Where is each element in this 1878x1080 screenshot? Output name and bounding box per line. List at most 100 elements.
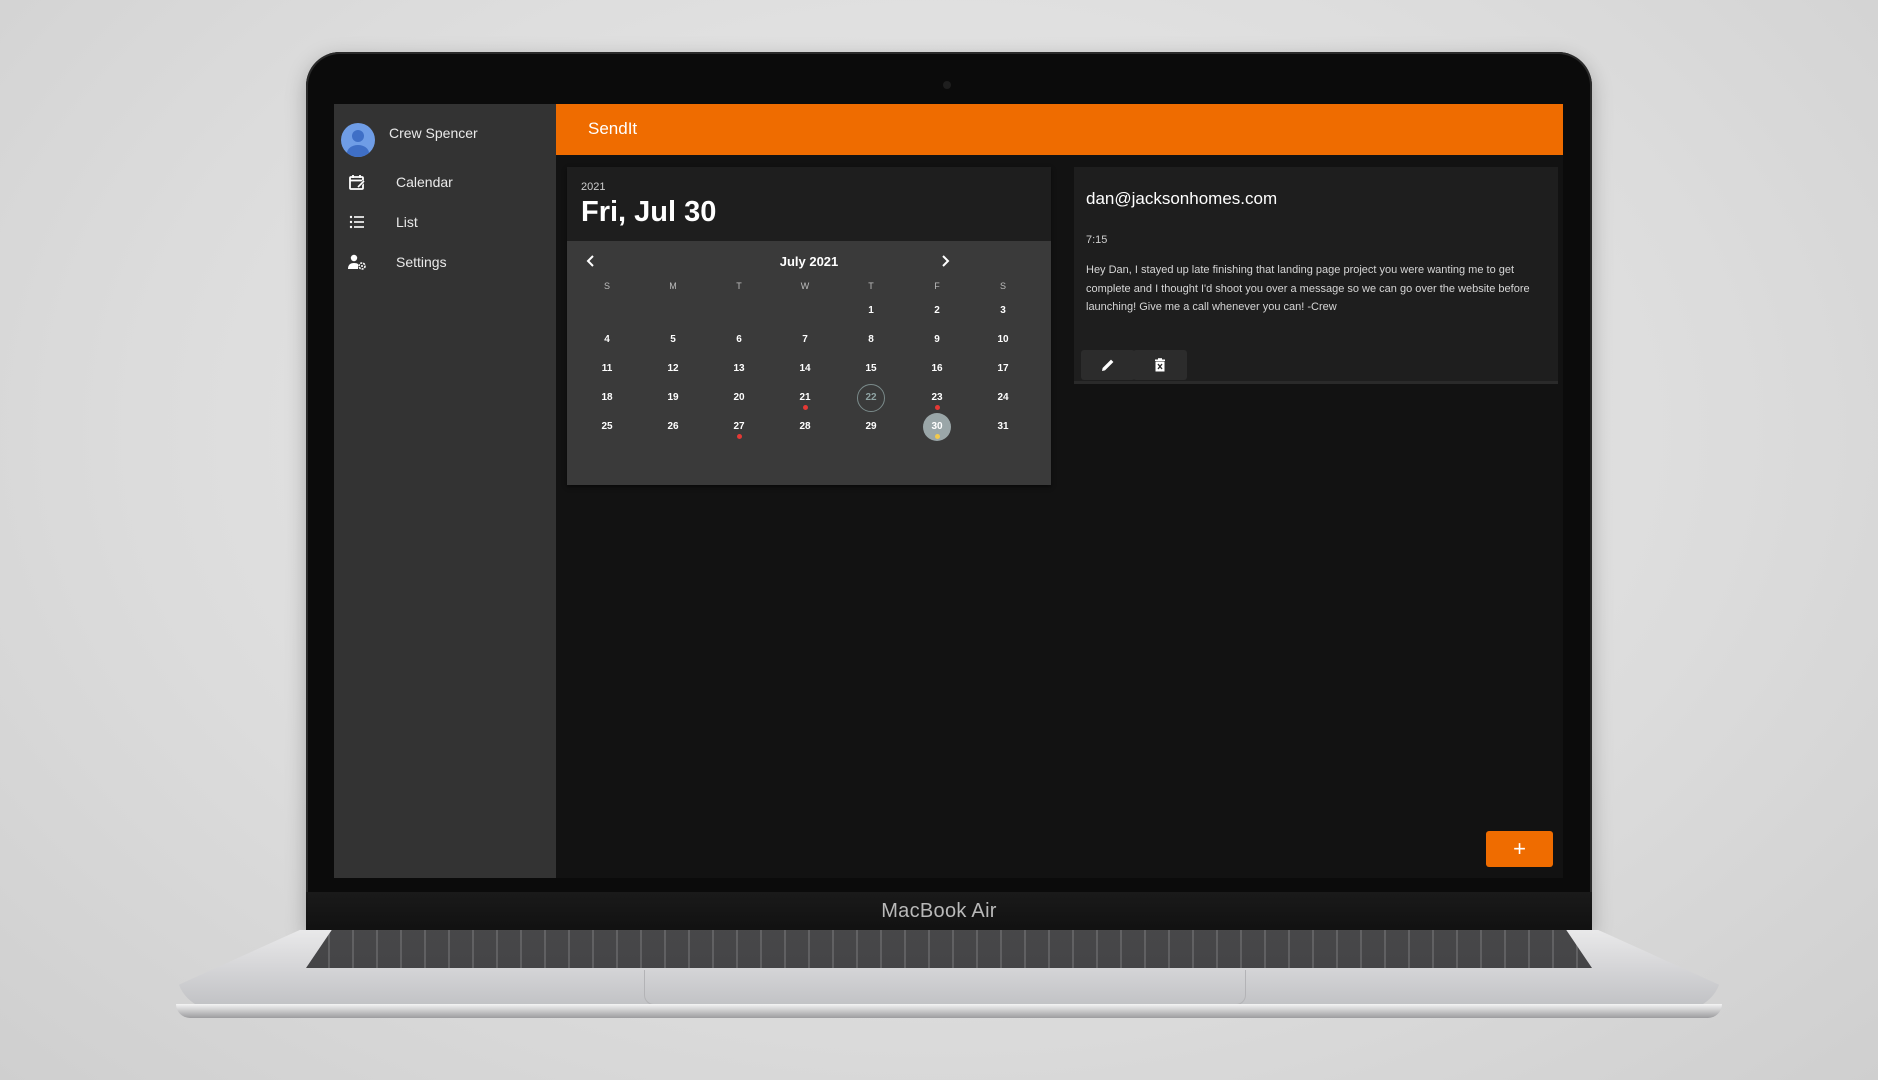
calendar-week-row: 11 12 13 14 15 16 17 [574,354,1036,383]
calendar-day-number: 7 [802,333,808,345]
delete-icon [1155,358,1165,372]
calendar-edit-icon [346,171,368,193]
date-picker-card: 2021 Fri, Jul 30 July 2021 SMTWTFS 12345… [567,167,1051,485]
calendar-week-row: 4 5 6 7 8 9 10 [574,325,1036,354]
calendar-day[interactable]: 9 [904,325,970,354]
calendar-empty-cell [574,296,640,325]
event-indicator-dot [736,434,742,439]
weekday-label: M [669,281,677,291]
calendar-weeks: 1 2 3 4 5 6 7 8 9 10 11 12 13 14 15 16 17 18 19 20 21 22 23 24 2… [574,296,1036,441]
weekday-label: S [999,281,1006,291]
list-icon [346,211,368,233]
calendar-day[interactable]: 1 [838,296,904,325]
calendar-day-number: 14 [799,362,811,374]
calendar-day-number: 9 [934,333,940,345]
calendar-day[interactable]: 17 [970,354,1036,383]
calendar-day-number: 20 [733,391,745,403]
calendar-day[interactable]: 12 [640,354,706,383]
sidebar-item-list[interactable]: List [334,202,556,242]
avatar-icon [341,123,375,157]
calendar-day-number: 1 [868,304,874,316]
weekday-header-row: SMTWTFS [574,276,1036,296]
app-screen: Crew Spencer Calendar List Settings Send… [334,104,1563,878]
calendar-day-number: 8 [868,333,874,345]
message-recipient-email: dan@jacksonhomes.com [1086,189,1278,208]
calendar-day[interactable]: 26 [640,412,706,441]
camera [943,81,951,89]
calendar-day-number: 22 [857,383,885,412]
calendar-day[interactable]: 13 [706,354,772,383]
calendar-day-number: 28 [799,420,811,432]
message-card: dan@jacksonhomes.com 7:15 Hey Dan, I sta… [1074,167,1558,381]
calendar-day[interactable]: 18 [574,383,640,412]
calendar-day[interactable]: 27 [706,412,772,441]
calendar-day[interactable]: 28 [772,412,838,441]
sidebar-item-calendar[interactable]: Calendar [334,162,556,202]
calendar-day[interactable]: 3 [970,296,1036,325]
calendar-day-number: 24 [997,391,1009,403]
calendar-day[interactable]: 20 [706,383,772,412]
calendar-day[interactable]: 21 [772,383,838,412]
device-brand-label: MacBook Air [881,900,997,922]
calendar-empty-cell [640,296,706,325]
calendar-day[interactable]: 30 [904,412,970,441]
calendar-day-number: 5 [670,333,676,345]
calendar-day[interactable]: 16 [904,354,970,383]
add-message-button[interactable]: + [1486,831,1553,867]
calendar-day[interactable]: 31 [970,412,1036,441]
date-picker-header: 2021 Fri, Jul 30 [567,167,1051,241]
calendar-day[interactable]: 10 [970,325,1036,354]
calendar-day-number: 31 [997,420,1009,432]
sidebar-item-settings[interactable]: Settings [334,242,556,282]
calendar-empty-cell [706,296,772,325]
calendar-day-number: 11 [601,362,613,374]
calendar-day[interactable]: 29 [838,412,904,441]
calendar-day[interactable]: 5 [640,325,706,354]
selected-year[interactable]: 2021 [581,181,605,193]
calendar-day[interactable]: 8 [838,325,904,354]
event-indicator-dot [934,405,940,410]
calendar-day[interactable]: 11 [574,354,640,383]
calendar-day[interactable]: 14 [772,354,838,383]
calendar-day[interactable]: 19 [640,383,706,412]
event-indicator-dot [802,405,808,410]
weekday-label: F [934,281,940,291]
user-settings-icon [346,251,368,273]
calendar-day-number: 2 [934,304,940,316]
calendar-day[interactable]: 2 [904,296,970,325]
calendar-day[interactable]: 25 [574,412,640,441]
calendar-day[interactable]: 15 [838,354,904,383]
month-title[interactable]: July 2021 [567,254,1051,269]
calendar-day-number: 6 [736,333,742,345]
calendar-week-row: 1 2 3 [574,296,1036,325]
calendar-day[interactable]: 4 [574,325,640,354]
calendar-week-row: 18 19 20 21 22 23 24 [574,383,1036,412]
user-profile[interactable]: Crew Spencer [334,112,556,157]
calendar-day-number: 10 [997,333,1009,345]
calendar-day[interactable]: 24 [970,383,1036,412]
message-body: Hey Dan, I stayed up late finishing that… [1086,264,1530,313]
delete-message-button[interactable] [1133,350,1187,380]
calendar-day-number: 13 [733,362,745,374]
weekday-label: S [603,281,610,291]
chevron-right-icon [942,255,950,267]
calendar-day[interactable]: 6 [706,325,772,354]
weekday-label: W [800,281,810,291]
weekday-label: T [736,281,742,291]
calendar-day-number: 4 [604,333,610,345]
event-indicator-dot [934,434,940,439]
pencil-icon [1102,359,1114,371]
sidebar-item-label: Settings [396,254,447,270]
calendar-day[interactable]: 7 [772,325,838,354]
laptop-base-lip [176,1004,1722,1018]
calendar-day-number: 25 [601,420,613,432]
message-time: 7:15 [1086,234,1108,246]
calendar-week-row: 25 26 27 28 29 30 31 [574,412,1036,441]
calendar-day[interactable]: 22 [838,383,904,412]
edit-message-button[interactable] [1081,350,1135,380]
next-month-button[interactable] [935,251,955,271]
calendar-day-number: 15 [865,362,877,374]
calendar-day[interactable]: 23 [904,383,970,412]
sidebar-item-label: List [396,214,418,230]
app-title: SendIt [588,119,638,138]
